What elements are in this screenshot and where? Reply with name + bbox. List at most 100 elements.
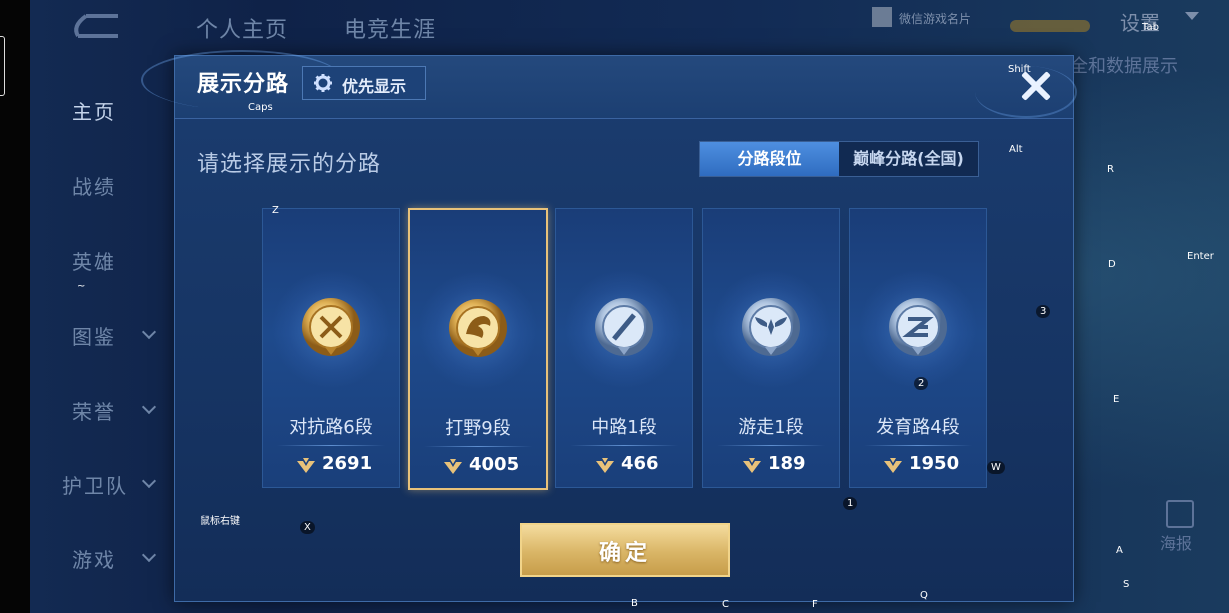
chevron-down-icon: [141, 473, 157, 489]
poster-label: 海报: [1160, 534, 1193, 553]
tab-personal-home[interactable]: 个人主页: [196, 12, 288, 44]
key-hint-b: B: [631, 598, 638, 609]
key-hint-enter: Enter: [1187, 251, 1214, 262]
lane-name: 发育路4段: [876, 417, 960, 438]
lane-display-dialog: 展示分路 优先显示 请选择展示的分路 分路段位 巅峰分路(全国) 对抗路6段 2…: [141, 50, 1077, 602]
score-row: 189: [703, 453, 839, 479]
gear-icon: [314, 74, 332, 92]
score-row: 466: [556, 453, 692, 479]
sidebar-item-honor[interactable]: 荣誉: [30, 388, 170, 428]
confirm-label: 确定: [598, 541, 651, 566]
wings-badge-icon: [742, 298, 800, 356]
priority-display-button[interactable]: 优先显示: [302, 66, 426, 100]
lane-name: 游走1段: [738, 417, 804, 438]
peak-points-icon: [596, 458, 614, 473]
sidebar: 主页 战绩 英雄 图鉴 荣誉 护卫队 游戏: [30, 60, 170, 613]
sidebar-item-label: 游戏: [72, 548, 116, 572]
lane-name: 对抗路6段: [289, 417, 373, 438]
confirm-button[interactable]: 确定: [520, 523, 730, 577]
lane-score: 4005: [469, 454, 520, 475]
key-hint-z: Z: [272, 205, 279, 216]
view-toggle: 分路段位 巅峰分路(全国): [699, 141, 979, 177]
key-hint-d: D: [1108, 259, 1116, 270]
score-row: 4005: [410, 454, 546, 480]
key-hint-alt: Alt: [1009, 144, 1023, 155]
key-hint-x: X: [300, 521, 315, 534]
tab-esports-career[interactable]: 电竞生涯: [344, 12, 436, 44]
key-hint-caps: Caps: [248, 102, 273, 113]
wechat-card-label: 微信游戏名片: [899, 12, 972, 26]
chevron-down-icon[interactable]: [1185, 12, 1199, 20]
lane-score: 1950: [909, 453, 960, 474]
avatar-icon: [872, 7, 892, 27]
dragon-badge-icon: [449, 299, 507, 357]
sidebar-item-label: 战绩: [72, 175, 116, 199]
peak-points-icon: [884, 458, 902, 473]
arrow-badge-icon: [889, 298, 947, 356]
device-bezel: [0, 0, 30, 613]
key-hint-q: Q: [920, 590, 928, 601]
sword-badge-icon: [302, 298, 360, 356]
key-hint-f: F: [812, 599, 818, 610]
data-display-tab[interactable]: 全和数据展示: [1070, 52, 1178, 78]
sidebar-item-home[interactable]: 主页: [30, 88, 170, 128]
sidebar-item-label: 护卫队: [62, 474, 128, 498]
lane-score: 2691: [322, 453, 373, 474]
gold-badge: [1010, 20, 1090, 32]
poster-icon: [1166, 500, 1194, 528]
dialog-header: 展示分路 优先显示: [141, 50, 1077, 119]
sidebar-item-heroes[interactable]: 英雄: [30, 238, 170, 278]
sidebar-item-record[interactable]: 战绩: [30, 163, 170, 203]
dialog-title: 展示分路: [197, 72, 290, 97]
key-hint-tilde: ~: [77, 281, 86, 292]
divider: [864, 445, 972, 446]
key-hint-tab: Tab: [1142, 22, 1159, 33]
slash-badge-icon: [595, 298, 653, 356]
chevron-down-icon: [141, 399, 157, 415]
lane-card-roam[interactable]: 游走1段 189: [702, 208, 840, 488]
key-hint-e: E: [1113, 394, 1120, 405]
peak-points-icon: [743, 458, 761, 473]
lane-name: 中路1段: [591, 417, 657, 438]
lane-name: 打野9段: [445, 418, 511, 439]
peak-points-icon: [297, 458, 315, 473]
divider: [717, 445, 825, 446]
score-row: 2691: [263, 453, 399, 479]
sidebar-item-label: 荣誉: [72, 400, 116, 424]
sidebar-item-label: 主页: [72, 100, 116, 124]
key-hint-r: R: [1107, 164, 1114, 175]
lane-card-mid[interactable]: 中路1段 466: [555, 208, 693, 488]
lane-card-jungle[interactable]: 打野9段 4005: [408, 208, 548, 490]
divider: [570, 445, 678, 446]
wechat-card-button[interactable]: 微信游戏名片: [872, 6, 996, 28]
lane-score: 189: [768, 453, 806, 474]
sidebar-item-guard-team[interactable]: 护卫队: [30, 462, 170, 502]
key-hint-w: W: [987, 461, 1005, 474]
tab-peak-lane-national[interactable]: 巅峰分路(全国): [839, 142, 978, 176]
chevron-down-icon: [141, 547, 157, 563]
sidebar-item-games[interactable]: 游戏: [30, 536, 170, 576]
key-hint-c: C: [722, 599, 729, 610]
lane-card-farm[interactable]: 发育路4段 1950: [849, 208, 987, 488]
peak-points-icon: [444, 459, 462, 474]
back-icon[interactable]: [68, 12, 122, 40]
chevron-down-icon: [141, 324, 157, 340]
key-hint-a: A: [1116, 545, 1123, 556]
score-row: 1950: [850, 453, 986, 479]
divider: [424, 446, 532, 447]
divider: [277, 445, 385, 446]
poster-button[interactable]: 海报: [1160, 500, 1200, 553]
lane-card-top[interactable]: 对抗路6段 2691: [262, 208, 400, 488]
tab-lane-rank[interactable]: 分路段位: [700, 142, 839, 176]
key-hint-s: S: [1123, 579, 1130, 590]
priority-display-label: 优先显示: [342, 77, 407, 96]
sidebar-item-collection[interactable]: 图鉴: [30, 313, 170, 353]
key-hint-shift: Shift: [1008, 64, 1031, 75]
sidebar-item-label: 英雄: [72, 250, 116, 274]
sidebar-item-label: 图鉴: [72, 325, 116, 349]
key-hint-right-mouse: 鼠标右键: [200, 516, 240, 527]
device-notch: [0, 36, 5, 96]
top-bar: 个人主页 电竞生涯 微信游戏名片 设置: [30, 0, 1229, 52]
lane-score: 466: [621, 453, 659, 474]
dialog-prompt: 请选择展示的分路: [197, 152, 382, 177]
